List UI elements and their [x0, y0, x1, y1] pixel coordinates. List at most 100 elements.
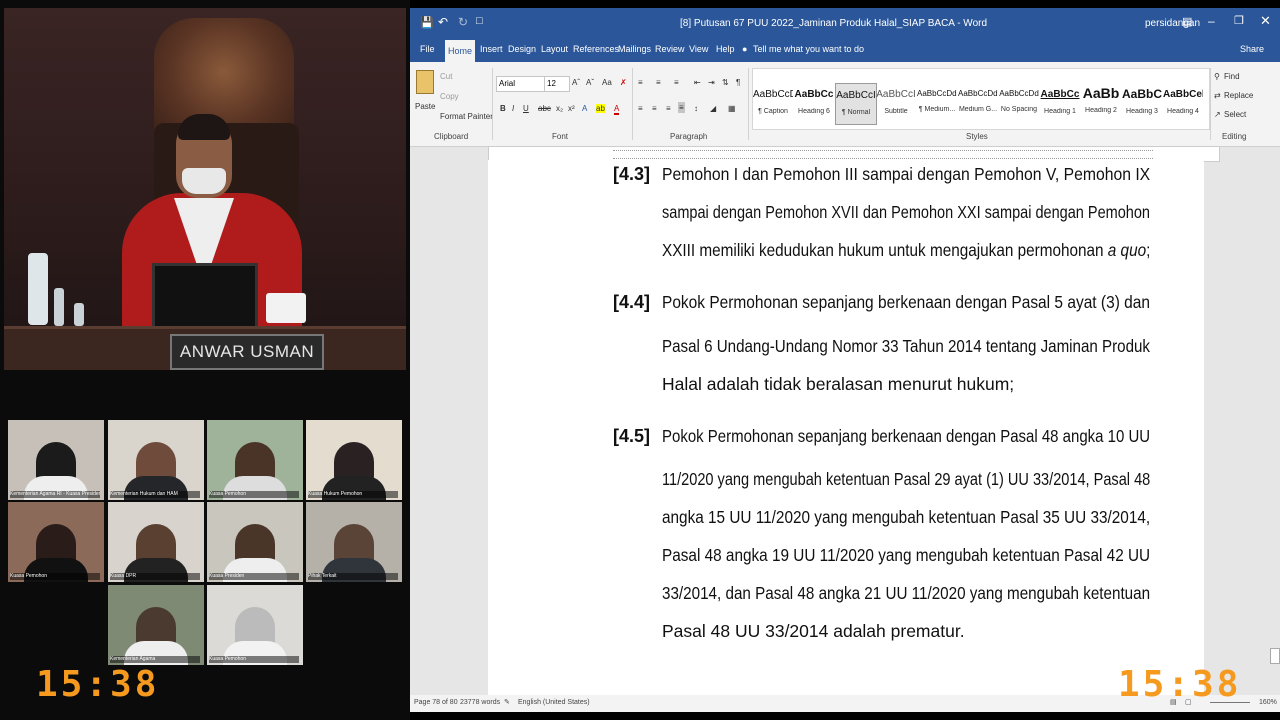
- underline-icon[interactable]: U: [523, 104, 529, 113]
- redo-icon[interactable]: ↻: [458, 15, 468, 29]
- increase-indent-icon[interactable]: ⇥: [708, 78, 715, 87]
- restore-icon[interactable]: ❐: [1234, 14, 1244, 27]
- tab-mailings[interactable]: Mailings: [618, 44, 651, 54]
- borders-icon[interactable]: ▦: [728, 104, 736, 113]
- style-medium-1[interactable]: AaBbCcDdI ¶ Medium...: [917, 83, 957, 123]
- tab-help[interactable]: Help: [716, 44, 735, 54]
- document-line: Pokok Permohonan sepanjang berkenaan den…: [662, 292, 1150, 312]
- language[interactable]: English (United States): [518, 699, 590, 706]
- replace-icon[interactable]: ⇄: [1214, 91, 1221, 100]
- align-right-icon[interactable]: ≡: [666, 104, 671, 113]
- zoom-level[interactable]: 160%: [1259, 699, 1277, 706]
- style-subtitle[interactable]: AaBbCcI Subtitle: [876, 83, 916, 123]
- participant-tile[interactable]: Kuasa Hukum Pemohon: [306, 420, 402, 500]
- participant-tile[interactable]: Kuasa Pemohon: [207, 420, 303, 500]
- participant-tile[interactable]: Kuasa DPR: [108, 502, 204, 582]
- clear-formatting-icon[interactable]: ✗: [620, 78, 627, 87]
- font-name-select[interactable]: Arial: [496, 76, 546, 92]
- copy-button[interactable]: Copy: [440, 92, 459, 101]
- document-page[interactable]: [4.3] Pemohon I dan Pemohon III sampai d…: [488, 160, 1204, 695]
- highlight-icon[interactable]: ab: [596, 104, 605, 113]
- style-normal[interactable]: AaBbCcI ¶ Normal: [835, 83, 877, 125]
- decrease-indent-icon[interactable]: ⇤: [694, 78, 701, 87]
- replace-button[interactable]: Replace: [1224, 91, 1253, 100]
- align-left-icon[interactable]: ≡: [638, 104, 643, 113]
- style-heading-6[interactable]: AaBbCc Heading 6: [794, 83, 834, 123]
- participant-tile[interactable]: Pihak Terkait: [306, 502, 402, 582]
- paste-icon[interactable]: [416, 70, 434, 94]
- cut-button[interactable]: Cut: [440, 72, 452, 81]
- shading-icon[interactable]: ◢: [710, 104, 716, 113]
- tab-home[interactable]: Home: [445, 40, 475, 62]
- share-button[interactable]: Share: [1240, 44, 1264, 54]
- participant-tile[interactable]: Kuasa Pemohon: [207, 585, 303, 665]
- page-count[interactable]: Page 78 of 80: [414, 699, 458, 706]
- participant-tile[interactable]: Kuasa Pemohon: [8, 502, 104, 582]
- minimize-icon[interactable]: –: [1208, 14, 1215, 28]
- document-line: Pasal 48 UU 33/2014 adalah prematur.: [662, 621, 965, 641]
- shrink-font-icon[interactable]: Aˇ: [586, 78, 594, 87]
- style-medium-grid[interactable]: AaBbCcDdI Medium G...: [958, 83, 998, 123]
- vertical-scrollbar[interactable]: [1268, 160, 1280, 695]
- align-center-icon[interactable]: ≡: [652, 104, 657, 113]
- participant-tile[interactable]: Kuasa Presiden: [207, 502, 303, 582]
- style-heading-3[interactable]: AaBbC Heading 3: [1122, 83, 1162, 123]
- font-size-select[interactable]: 12: [544, 76, 570, 92]
- editing-group-label: Editing: [1222, 132, 1247, 141]
- tissue-box: [266, 293, 306, 323]
- tab-references[interactable]: References: [573, 44, 619, 54]
- grow-font-icon[interactable]: Aˆ: [572, 78, 580, 87]
- style-heading-1[interactable]: AaBbCc Heading 1: [1040, 83, 1080, 123]
- numbering-icon[interactable]: ≡: [656, 78, 661, 87]
- find-icon[interactable]: ⚲: [1214, 72, 1220, 81]
- multilevel-list-icon[interactable]: ≡: [674, 78, 679, 87]
- word-count[interactable]: 23778 words: [460, 699, 500, 706]
- strikethrough-icon[interactable]: abc: [538, 104, 551, 113]
- paragraph-group-label: Paragraph: [670, 132, 708, 141]
- change-case-icon[interactable]: Aa: [602, 78, 612, 87]
- find-button[interactable]: Find: [1224, 72, 1240, 81]
- document-line: Pokok Permohonan sepanjang berkenaan den…: [662, 426, 1151, 446]
- save-icon[interactable]: 💾: [420, 16, 434, 29]
- ribbon-display-icon[interactable]: ▤: [1182, 15, 1192, 28]
- tab-design[interactable]: Design: [508, 44, 536, 54]
- video-panel: ANWAR USMAN Kementerian Agama RI - Kuasa…: [0, 0, 410, 720]
- line-spacing-icon[interactable]: ↕: [694, 104, 698, 113]
- tab-insert[interactable]: Insert: [480, 44, 503, 54]
- justify-icon[interactable]: ≡: [678, 102, 685, 113]
- clipboard-group-label: Clipboard: [434, 132, 469, 141]
- close-icon[interactable]: ✕: [1260, 13, 1271, 29]
- divider: [748, 68, 749, 140]
- paste-button[interactable]: Paste: [415, 102, 435, 111]
- tab-file[interactable]: File: [420, 44, 435, 54]
- participant-tile[interactable]: Kementerian Agama RI - Kuasa Presiden: [8, 420, 104, 500]
- italic-icon[interactable]: I: [512, 104, 514, 113]
- new-document-icon[interactable]: □: [476, 15, 483, 27]
- style-no-spacing[interactable]: AaBbCcDd No Spacing: [999, 83, 1039, 123]
- superscript-icon[interactable]: x²: [568, 104, 575, 113]
- bold-icon[interactable]: B: [500, 104, 506, 113]
- subscript-icon[interactable]: x₂: [556, 104, 563, 113]
- select-icon[interactable]: ↗: [1214, 110, 1221, 119]
- sort-icon[interactable]: ⇅: [722, 78, 729, 87]
- font-color-icon[interactable]: A: [614, 104, 620, 115]
- select-button[interactable]: Select: [1224, 110, 1246, 119]
- tell-me-box[interactable]: Tell me what you want to do: [753, 44, 864, 54]
- participant-tile[interactable]: Kementerian Agama: [108, 585, 204, 665]
- format-painter-button[interactable]: Format Painter: [440, 112, 493, 121]
- participant-tile[interactable]: Kementerian Hukum dan HAM: [108, 420, 204, 500]
- judge-nameplate: ANWAR USMAN: [170, 334, 324, 370]
- tab-review[interactable]: Review: [655, 44, 685, 54]
- proofing-icon[interactable]: ✎: [504, 698, 510, 706]
- style-caption[interactable]: AaBbCcDı¶ Caption: [753, 83, 793, 123]
- style-heading-4[interactable]: AaBbCel Heading 4: [1163, 83, 1203, 123]
- tab-view[interactable]: View: [689, 44, 708, 54]
- bullets-icon[interactable]: ≡: [638, 78, 643, 87]
- text-effects-icon[interactable]: A: [582, 104, 587, 113]
- tab-layout[interactable]: Layout: [541, 44, 568, 54]
- style-heading-2[interactable]: AaBb Heading 2: [1081, 83, 1121, 123]
- scroll-thumb[interactable]: [1270, 648, 1280, 664]
- undo-icon[interactable]: ↶: [438, 15, 448, 29]
- pilcrow-icon[interactable]: ¶: [736, 78, 740, 87]
- vertical-ruler[interactable]: [410, 160, 424, 695]
